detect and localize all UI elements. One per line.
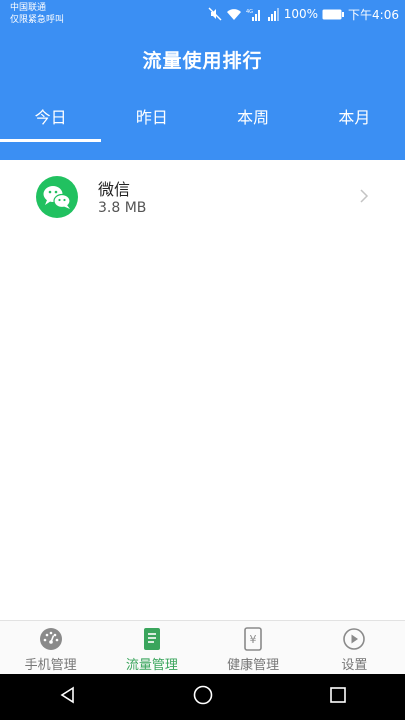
nav-label: 手机管理 (24, 658, 77, 673)
nav-settings[interactable]: 设置 (304, 621, 405, 675)
nav-phone-manage[interactable]: 手机管理 (0, 621, 101, 675)
signal-icon (266, 7, 280, 21)
nav-label: 流量管理 (125, 658, 178, 673)
status-icons: 4G 100% 下午4:06 (208, 6, 399, 22)
svg-text:4G: 4G (246, 9, 253, 15)
recents-square-icon (329, 686, 347, 708)
status-bar: 中国联通 仅限紧急呼叫 4G 100% 下午4:06 (0, 0, 405, 30)
app-name: 微信 (98, 180, 131, 199)
system-navigation-bar (0, 674, 405, 720)
carrier-info: 中国联通 仅限紧急呼叫 (10, 2, 64, 26)
period-tabs: 今日 昨日 本周 本月 (0, 100, 405, 142)
chevron-right-icon (359, 188, 369, 208)
nav-label: 设置 (341, 658, 368, 673)
home-circle-icon (193, 685, 213, 709)
back-triangle-icon (59, 686, 77, 708)
header-bar: 中国联通 仅限紧急呼叫 4G 100% 下午4:06 流量使用排行 今日 昨日 … (0, 0, 405, 160)
document-icon (139, 627, 165, 654)
speedometer-icon (38, 627, 64, 654)
tab-this-month[interactable]: 本月 (304, 100, 405, 140)
page-title: 流量使用排行 (142, 50, 263, 72)
back-button[interactable] (38, 674, 98, 720)
tab-yesterday[interactable]: 昨日 (101, 100, 202, 140)
carrier-status: 仅限紧急呼叫 (10, 15, 65, 25)
clock: 下午4:06 (348, 7, 399, 22)
battery-icon (322, 9, 345, 20)
svg-text:¥: ¥ (250, 633, 257, 646)
mute-icon (208, 7, 222, 21)
wifi-icon (226, 8, 242, 21)
nav-label: 健康管理 (227, 658, 280, 673)
battery-level: 100% (283, 7, 319, 21)
list-item[interactable]: 微信 3.8 MB (0, 160, 405, 232)
signal-4g-icon: 4G (246, 8, 262, 21)
wechat-icon (36, 176, 78, 218)
tab-today[interactable]: 今日 (0, 100, 102, 142)
home-button[interactable] (173, 674, 233, 720)
tab-this-week[interactable]: 本周 (203, 100, 304, 140)
yen-icon: ¥ (240, 627, 266, 654)
app-usage-list: 微信 3.8 MB (0, 160, 405, 232)
carrier-name: 中国联通 (10, 3, 47, 13)
recents-button[interactable] (308, 674, 368, 720)
nav-health-manage[interactable]: ¥ 健康管理 (203, 621, 304, 675)
play-circle-icon (341, 627, 367, 654)
bottom-navigation: 手机管理 流量管理 ¥ 健康管理 设置 (0, 620, 405, 675)
nav-traffic-manage[interactable]: 流量管理 (101, 621, 202, 675)
app-usage: 3.8 MB (98, 200, 147, 216)
